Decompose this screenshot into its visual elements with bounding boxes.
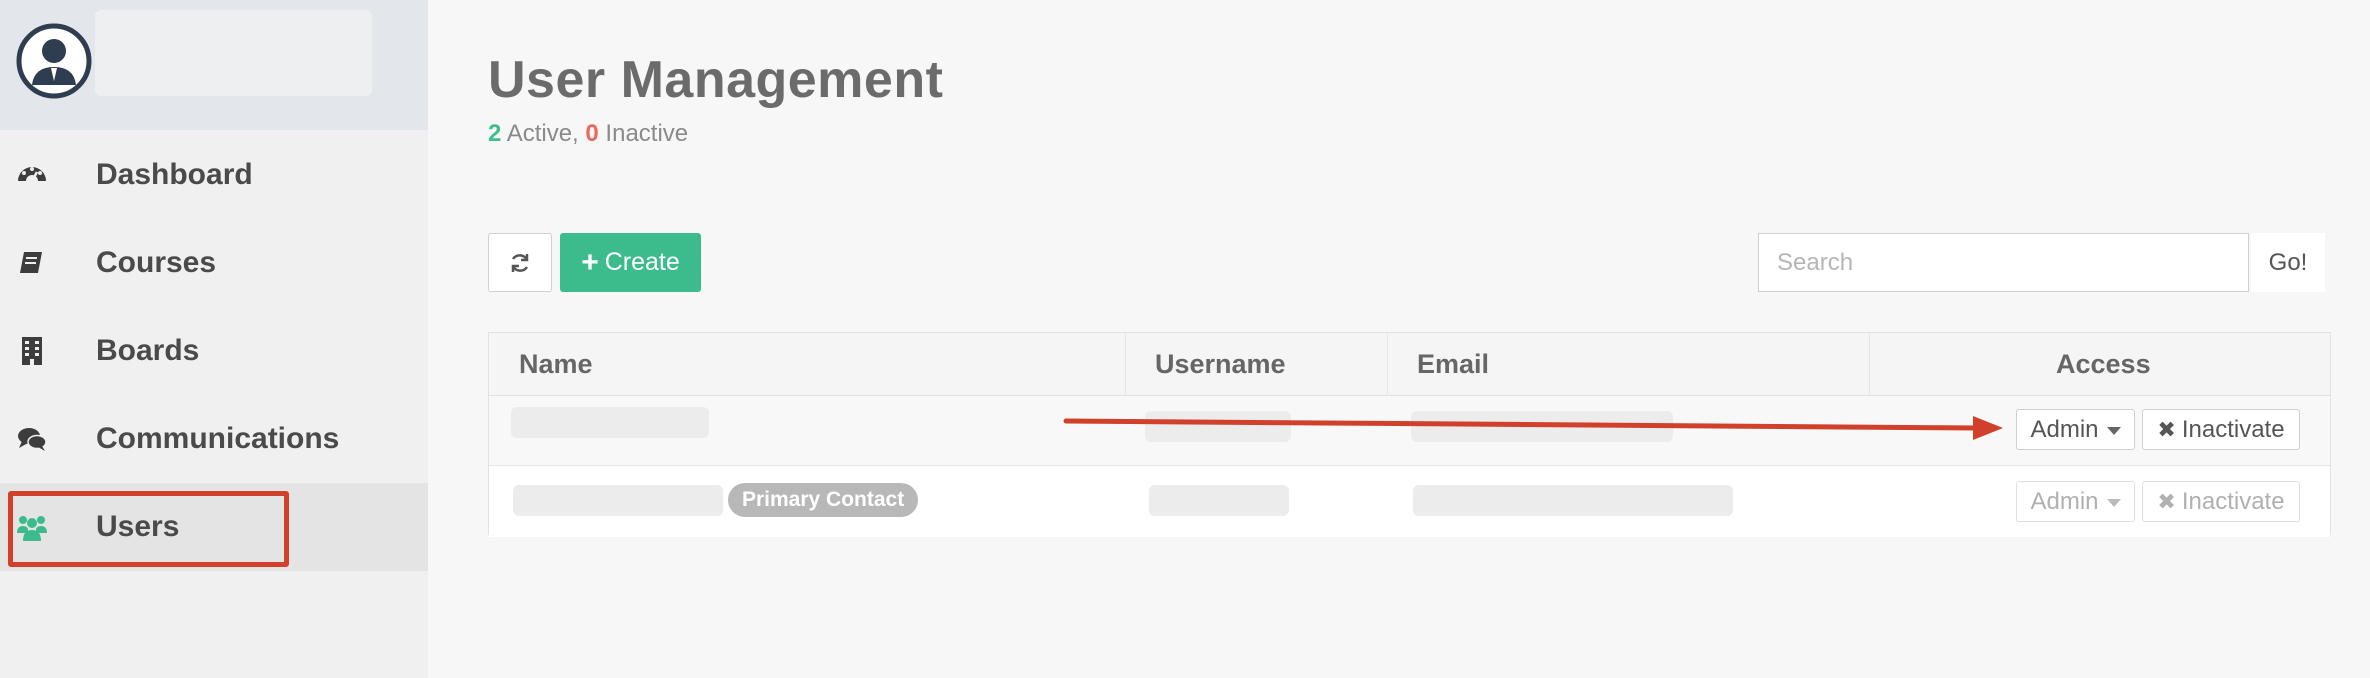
comments-icon <box>18 428 47 451</box>
table-header: Name Username Email Access <box>489 333 2330 396</box>
column-header-username[interactable]: Username <box>1155 333 1286 396</box>
column-divider <box>1869 333 1870 396</box>
sidebar-item-label: Courses <box>96 246 217 279</box>
dashboard-icon <box>18 167 46 182</box>
primary-contact-badge: Primary Contact <box>728 483 919 517</box>
sidebar-item-dashboard[interactable]: Dashboard <box>0 131 428 219</box>
go-button[interactable]: Go! <box>2251 233 2325 292</box>
sidebar-header <box>0 0 428 130</box>
role-label: Admin <box>2030 415 2099 443</box>
annotation-highlight-box <box>8 491 289 567</box>
search-input[interactable] <box>1758 233 2249 292</box>
email-placeholder <box>1411 411 1673 442</box>
username-placeholder <box>1149 485 1289 516</box>
org-name-placeholder <box>95 10 372 96</box>
inactivate-label: Inactivate <box>2181 415 2285 443</box>
caret-down-icon <box>2106 427 2121 435</box>
refresh-button[interactable] <box>488 233 552 292</box>
column-divider <box>1125 333 1126 396</box>
inactive-count: 0 <box>585 120 599 147</box>
avatar-icon[interactable] <box>16 23 92 99</box>
table-row: Primary Contact Admin ✖ Inactivate <box>489 467 2330 537</box>
name-placeholder <box>511 407 709 438</box>
role-dropdown[interactable]: Admin <box>2016 409 2135 450</box>
sidebar-item-label: Boards <box>96 334 200 367</box>
sidebar-item-communications[interactable]: Communications <box>0 395 428 483</box>
username-placeholder <box>1145 411 1291 442</box>
sidebar-item-label: Dashboard <box>96 158 253 191</box>
page-title: User Management <box>488 51 944 109</box>
active-label: Active, <box>501 120 586 147</box>
plus-icon: + <box>581 245 599 279</box>
caret-down-icon <box>2106 499 2121 507</box>
column-header-name[interactable]: Name <box>519 333 593 396</box>
sidebar-item-label: Communications <box>96 422 340 455</box>
refresh-icon <box>511 253 529 272</box>
users-table: Name Username Email Access Admin ✖ Inact… <box>488 332 2331 537</box>
active-count: 2 <box>488 120 502 147</box>
role-dropdown[interactable]: Admin <box>2016 481 2135 522</box>
inactivate-button[interactable]: ✖ Inactivate <box>2142 481 2300 522</box>
table-row: Admin ✖ Inactivate <box>489 396 2330 466</box>
create-label: Create <box>604 248 680 276</box>
sidebar-item-courses[interactable]: Courses <box>0 219 428 307</box>
main-content: User Management 2 Active, 0 Inactive + C… <box>428 0 2370 678</box>
inactivate-label: Inactivate <box>2181 487 2285 515</box>
email-placeholder <box>1413 485 1733 516</box>
column-divider <box>1387 333 1388 396</box>
user-counts: 2 Active, 0 Inactive <box>488 120 688 148</box>
name-placeholder <box>513 485 723 516</box>
close-icon: ✖ <box>2157 488 2176 514</box>
sidebar: Dashboard Courses Boards Communications <box>0 0 428 678</box>
role-label: Admin <box>2030 487 2099 515</box>
building-icon <box>22 337 42 365</box>
inactive-label: Inactive <box>598 120 689 147</box>
close-icon: ✖ <box>2157 416 2176 442</box>
column-header-access: Access <box>2056 349 2151 379</box>
create-button[interactable]: + Create <box>560 233 701 292</box>
sidebar-item-boards[interactable]: Boards <box>0 307 428 395</box>
column-header-email[interactable]: Email <box>1417 333 1489 396</box>
inactivate-button[interactable]: ✖ Inactivate <box>2142 409 2300 450</box>
book-icon <box>20 252 42 273</box>
